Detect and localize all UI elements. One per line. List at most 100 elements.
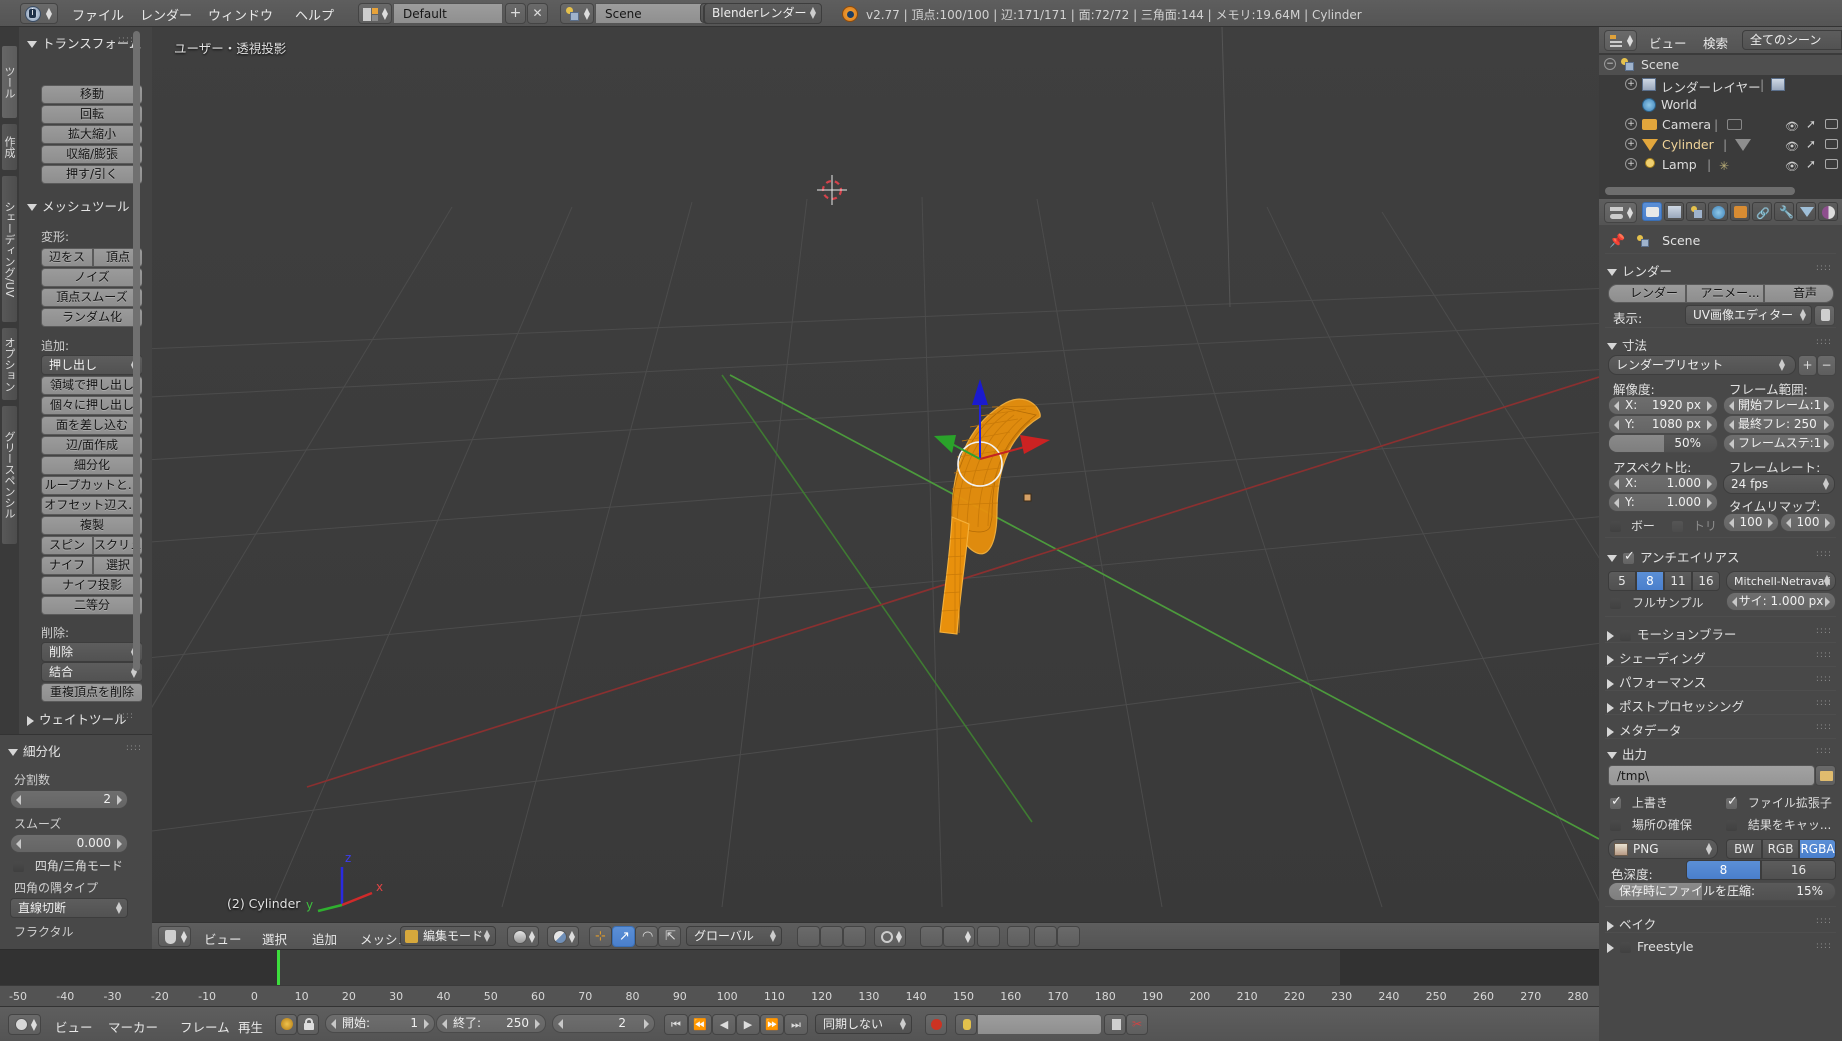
aa-size-field[interactable]: サイ: 1.000 px xyxy=(1726,592,1836,611)
menu-window[interactable]: ウィンドウ xyxy=(208,5,273,24)
weighttools-panel-header[interactable]: ウェイトツール xyxy=(27,709,127,728)
outliner-row-world[interactable]: World xyxy=(1599,95,1842,115)
timeline-playhead[interactable] xyxy=(277,950,280,985)
meshtools-panel-header[interactable]: メッシュツール xyxy=(27,196,130,215)
viewport-menu-select[interactable]: 選択 xyxy=(262,929,287,948)
jump-to-next-keyframe-button[interactable]: ⏩ xyxy=(760,1014,784,1035)
tool-shrinkfatten-button[interactable]: 収縮/膨張 xyxy=(41,145,142,164)
freestyle-checkbox[interactable] xyxy=(1619,941,1632,954)
transform-orientation-dropdown[interactable]: グローバル ▲ ▼ xyxy=(686,926,782,946)
merge-dropdown[interactable]: 結合 ▲▼ xyxy=(41,662,142,682)
color-mode-rgba-button[interactable]: RGBA xyxy=(1799,839,1836,859)
aa-samples-8-button[interactable]: 8 xyxy=(1636,571,1664,591)
increment-arrow-icon[interactable] xyxy=(1825,597,1830,607)
tool-noise-button[interactable]: ノイズ xyxy=(41,268,142,287)
viewport-canvas[interactable]: z x y xyxy=(152,27,1599,924)
decrement-arrow-icon[interactable] xyxy=(1729,439,1734,449)
color-mode-bw-button[interactable]: BW xyxy=(1726,839,1762,859)
scene-name-field[interactable]: Scene xyxy=(595,3,705,24)
expand-icon[interactable]: + xyxy=(1625,138,1637,150)
tool-tab-tools[interactable]: ツール xyxy=(1,45,18,119)
frame-rate-dropdown[interactable]: 24 fps ▲ ▼ xyxy=(1723,474,1835,494)
render-animation-button[interactable]: アニメー... xyxy=(1686,284,1764,303)
end-frame-field[interactable]: 終了: 250 xyxy=(436,1014,546,1033)
increment-arrow-icon[interactable] xyxy=(1824,439,1829,449)
outliner-row-camera[interactable]: + Camera | 👁 ➚ xyxy=(1599,115,1842,135)
increment-arrow-icon[interactable] xyxy=(1768,518,1773,528)
selectable-arrow-icon[interactable]: ➚ xyxy=(1806,137,1816,151)
screen-layout-icon[interactable]: ▲ ▼ xyxy=(358,3,392,24)
tool-knife-project-button[interactable]: ナイフ投影 xyxy=(41,576,142,595)
timeline-editor-type-icon[interactable]: ▲ ▼ xyxy=(8,1014,41,1035)
tool-inset-faces-button[interactable]: 面を差し込む xyxy=(41,416,142,435)
decrement-arrow-icon[interactable] xyxy=(1729,401,1734,411)
cache-result-row[interactable]: 結果をキャッ... xyxy=(1725,816,1831,833)
decrement-arrow-icon[interactable] xyxy=(16,795,21,805)
performance-panel-header[interactable]: パフォーマンス xyxy=(1607,672,1706,691)
visibility-eye-icon[interactable]: 👁 xyxy=(1785,120,1799,133)
bake-panel-header[interactable]: ベイク xyxy=(1607,914,1656,933)
antialiasing-checkbox[interactable] xyxy=(1622,549,1635,565)
render-viewport-icon[interactable] xyxy=(1034,926,1057,947)
tool-scale-button[interactable]: 拡大縮小 xyxy=(41,125,142,144)
timeline-menu-view[interactable]: ビュー xyxy=(55,1017,93,1036)
increment-arrow-icon[interactable] xyxy=(1824,420,1829,430)
tool-extrude-individual-button[interactable]: 個々に押し出し xyxy=(41,396,142,415)
postprocessing-panel-header[interactable]: ポストプロセッシング xyxy=(1607,696,1744,715)
decrement-arrow-icon[interactable] xyxy=(558,1019,563,1029)
tool-make-edge-face-button[interactable]: 辺/面作成 xyxy=(41,436,142,455)
time-remap-new-field[interactable]: 100 xyxy=(1780,513,1836,532)
fullsample-checkbox[interactable] xyxy=(1609,597,1622,610)
outliner-horizontal-scrollbar[interactable] xyxy=(1605,187,1795,195)
properties-editor-type-icon[interactable]: ▲ ▼ xyxy=(1604,202,1637,223)
output-panel-header[interactable]: 出力 xyxy=(1607,744,1647,763)
freestyle-panel-header[interactable]: Freestyle xyxy=(1607,939,1694,954)
lamp-data-icon[interactable]: ✳ xyxy=(1719,159,1729,173)
selectable-arrow-icon[interactable]: ➚ xyxy=(1806,157,1816,171)
aspect-x-field[interactable]: X: 1.000 xyxy=(1608,474,1718,493)
lock-interface-icon[interactable] xyxy=(1814,305,1835,326)
decrement-arrow-icon[interactable] xyxy=(1614,420,1619,430)
increment-arrow-icon[interactable] xyxy=(424,1019,429,1029)
auto-keyframe-icon[interactable] xyxy=(275,1014,297,1035)
quadtri-mode-checkbox[interactable] xyxy=(12,860,25,873)
increment-arrow-icon[interactable] xyxy=(1824,401,1829,411)
increment-arrow-icon[interactable] xyxy=(117,839,122,849)
frame-step-field[interactable]: フレームステ:1 xyxy=(1723,434,1835,453)
file-extensions-checkbox[interactable] xyxy=(1725,794,1738,810)
properties-tab-render-layers[interactable] xyxy=(1664,202,1684,221)
outliner-editor-type-icon[interactable]: ▲ ▼ xyxy=(1604,30,1637,51)
resolution-y-field[interactable]: Y: 1080 px xyxy=(1608,415,1718,434)
play-button[interactable]: ▶ xyxy=(736,1014,760,1035)
timeline-menu-marker[interactable]: マーカー xyxy=(108,1017,158,1036)
subdivide-panel-header[interactable]: 細分化 xyxy=(8,741,61,760)
output-path-field[interactable]: /tmp\ xyxy=(1608,765,1815,786)
layer-icon-3[interactable] xyxy=(843,926,866,947)
viewport-menu-add[interactable]: 追加 xyxy=(312,929,337,948)
increment-arrow-icon[interactable] xyxy=(1707,479,1712,489)
dimensions-panel-header[interactable]: 寸法 xyxy=(1607,335,1647,354)
menu-help[interactable]: ヘルプ xyxy=(295,5,334,24)
tool-spin-button[interactable]: スピン xyxy=(41,536,93,555)
expand-icon[interactable]: + xyxy=(1625,78,1637,90)
renderability-camera-icon[interactable] xyxy=(1825,159,1838,169)
layer-icon-2[interactable] xyxy=(820,926,843,947)
properties-tab-object[interactable] xyxy=(1730,202,1750,221)
motionblur-checkbox[interactable] xyxy=(1619,629,1632,642)
delete-dropdown[interactable]: 削除 ▲▼ xyxy=(41,642,142,662)
tool-edge-slide-button[interactable]: 辺をス xyxy=(41,248,93,267)
pin-icon[interactable]: 📌 xyxy=(1609,234,1625,249)
tool-tab-options[interactable]: オプション xyxy=(1,327,18,401)
manipulator-scale-button[interactable]: ⇱ xyxy=(658,926,681,947)
aspect-y-field[interactable]: Y: 1.000 xyxy=(1608,493,1718,512)
visibility-eye-icon[interactable]: 👁 xyxy=(1785,160,1799,173)
resolution-x-field[interactable]: X: 1920 px xyxy=(1608,396,1718,415)
increment-arrow-icon[interactable] xyxy=(117,795,122,805)
tool-subdivide-button[interactable]: 細分化 xyxy=(41,456,142,475)
properties-tab-constraints[interactable]: 🔗 xyxy=(1752,202,1772,221)
outliner-menu-view[interactable]: ビュー xyxy=(1649,33,1687,52)
tool-loopcut-button[interactable]: ループカットと... xyxy=(41,476,142,495)
time-remap-old-field[interactable]: 100 xyxy=(1723,513,1779,532)
renderability-camera-icon[interactable] xyxy=(1825,119,1838,129)
properties-tab-render[interactable] xyxy=(1642,202,1662,221)
